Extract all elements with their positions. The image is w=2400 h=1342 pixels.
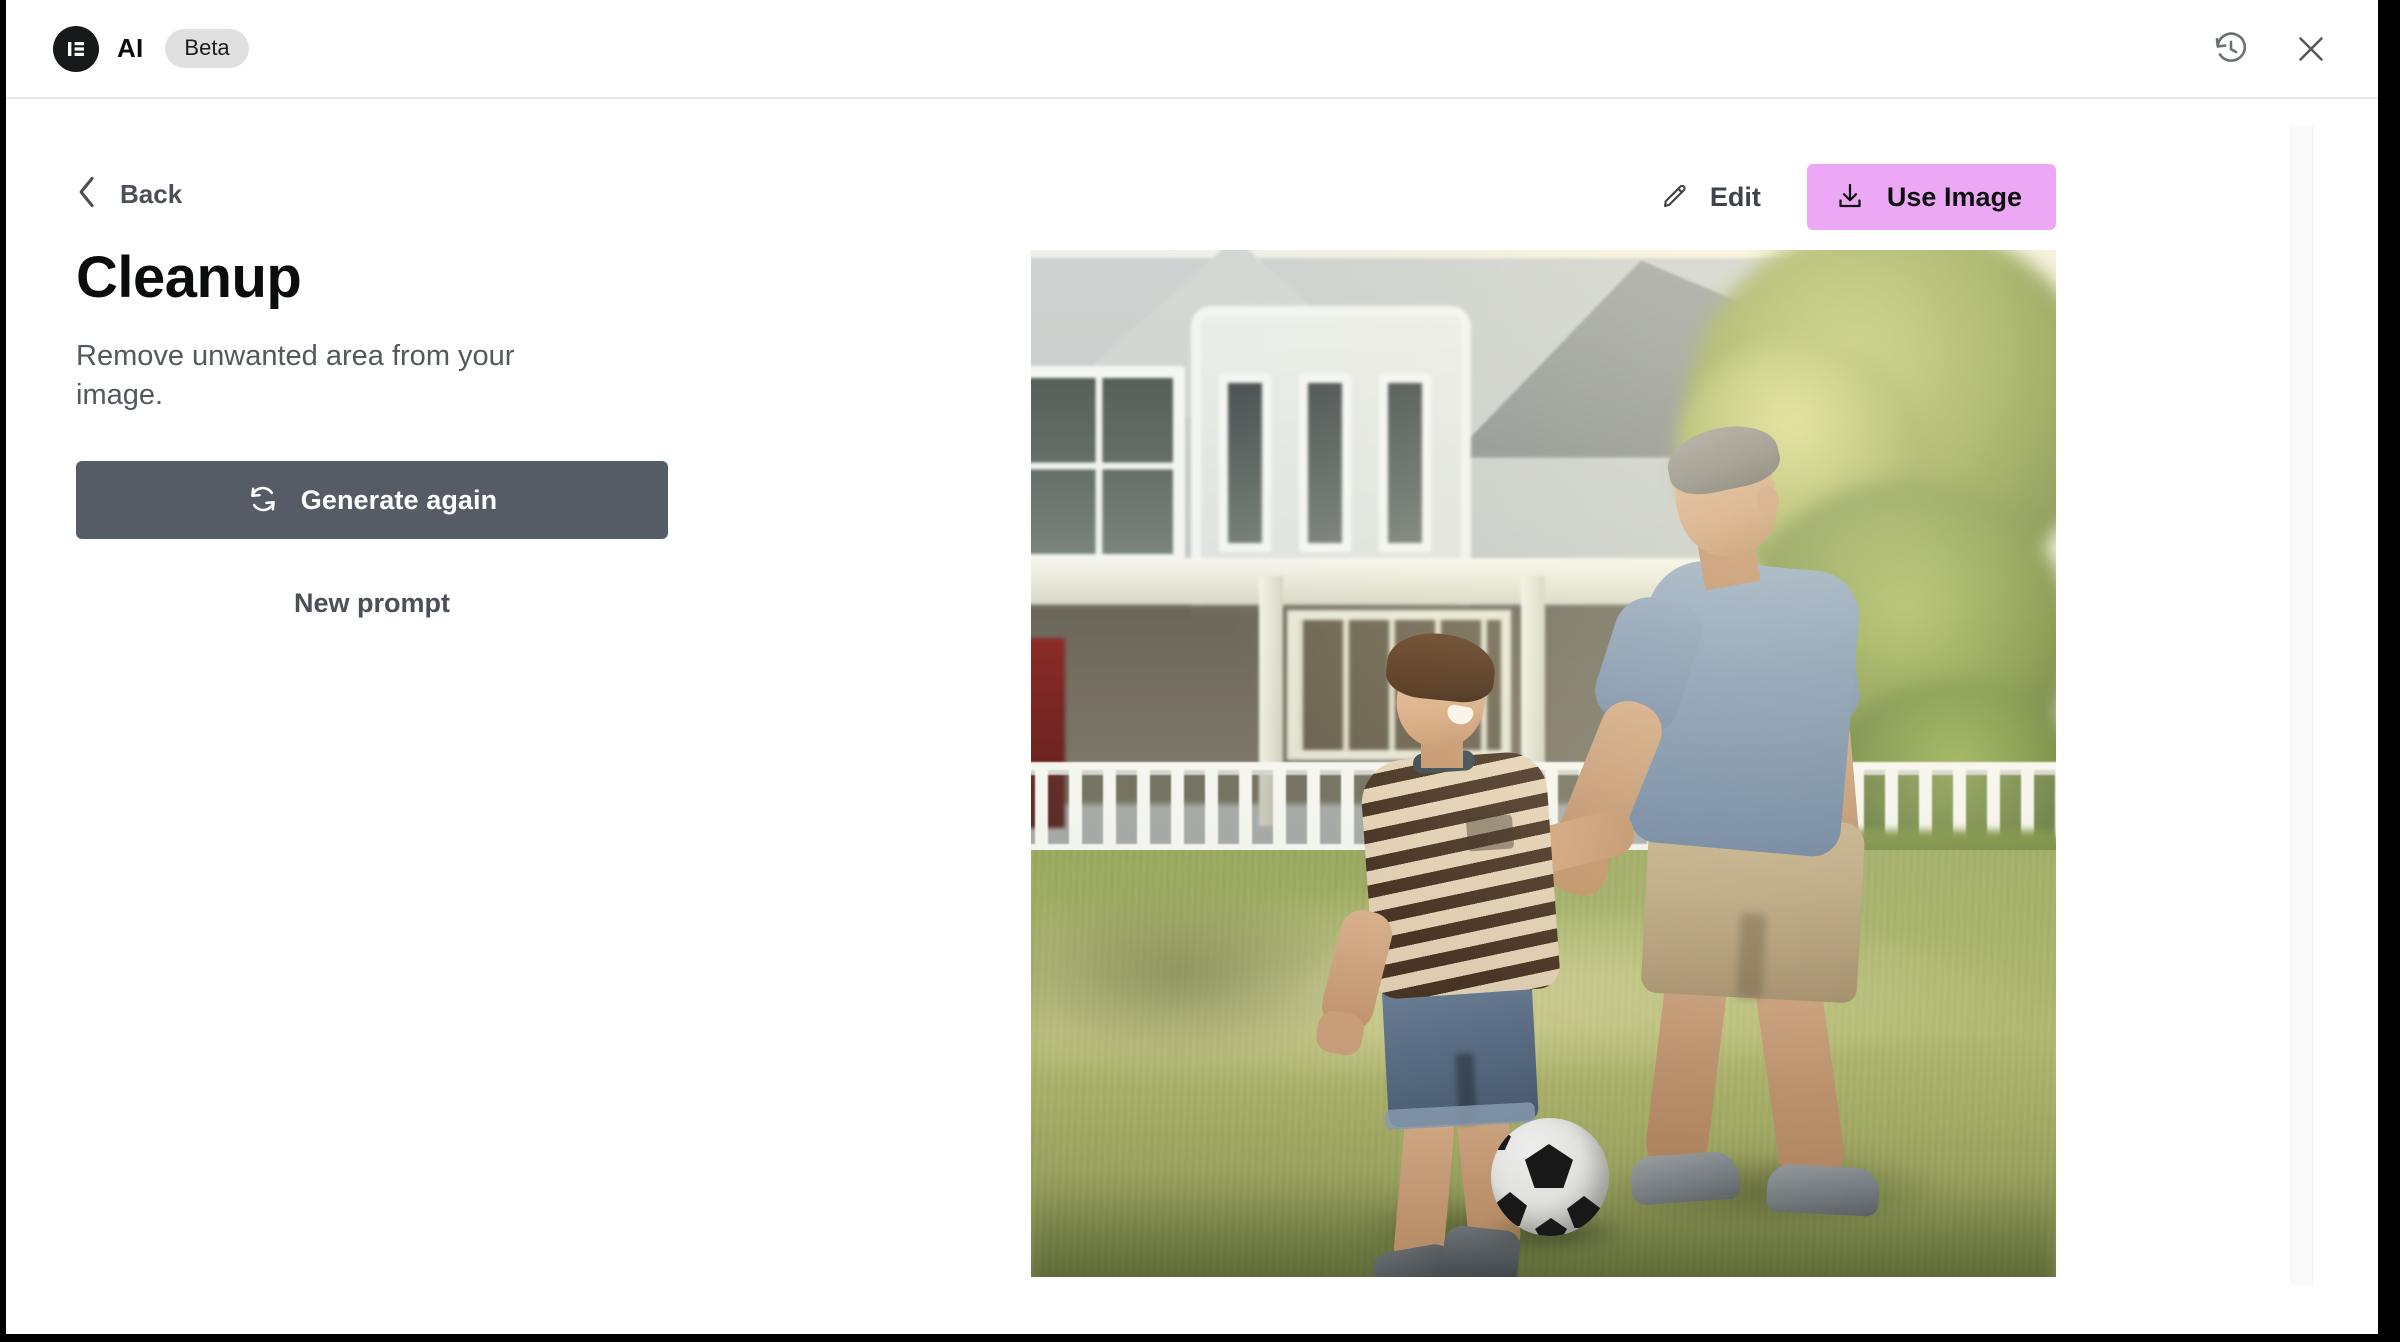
- elementor-logo-icon: [53, 25, 99, 72]
- content-scroll-region: Back Cleanup Remove unwanted area from y…: [6, 99, 2304, 1334]
- chevron-left-icon: [76, 175, 98, 214]
- page-subtitle: Remove unwanted area from your image.: [76, 339, 515, 412]
- use-image-label: Use Image: [1886, 181, 2022, 212]
- close-icon[interactable]: [2290, 28, 2332, 70]
- refresh-icon: [247, 483, 279, 518]
- edit-label: Edit: [1709, 181, 1761, 212]
- tool-panel: Back Cleanup Remove unwanted area from y…: [76, 99, 736, 625]
- brand-name: AI: [117, 33, 144, 63]
- edit-button[interactable]: Edit: [1642, 171, 1779, 224]
- pencil-icon: [1660, 181, 1690, 214]
- history-clock-icon[interactable]: [2210, 28, 2252, 70]
- vertical-scrollbar-thumb[interactable]: [2291, 125, 2313, 1285]
- generate-again-label: Generate again: [300, 484, 498, 515]
- modal-header: AI Beta: [6, 0, 2378, 99]
- page-title: Cleanup: [76, 245, 302, 310]
- download-icon: [1835, 181, 1865, 214]
- image-illustration: [1031, 250, 2056, 1277]
- back-label: Back: [120, 179, 183, 209]
- new-prompt-button[interactable]: New prompt: [76, 581, 668, 625]
- preview-toolbar: Edit Use Image: [1025, 159, 2056, 235]
- generate-again-button[interactable]: Generate again: [76, 461, 668, 540]
- header-actions: [2210, 28, 2332, 70]
- use-image-button[interactable]: Use Image: [1806, 164, 2056, 230]
- modal-content: Back Cleanup Remove unwanted area from y…: [6, 99, 2378, 1334]
- beta-badge: Beta: [165, 29, 249, 68]
- ai-image-modal-window: AI Beta Back Cleanup Remove unwanted are…: [6, 0, 2378, 1334]
- brand-group: AI Beta: [53, 25, 249, 72]
- generated-image[interactable]: [1031, 250, 2056, 1277]
- back-button[interactable]: Back: [76, 175, 182, 214]
